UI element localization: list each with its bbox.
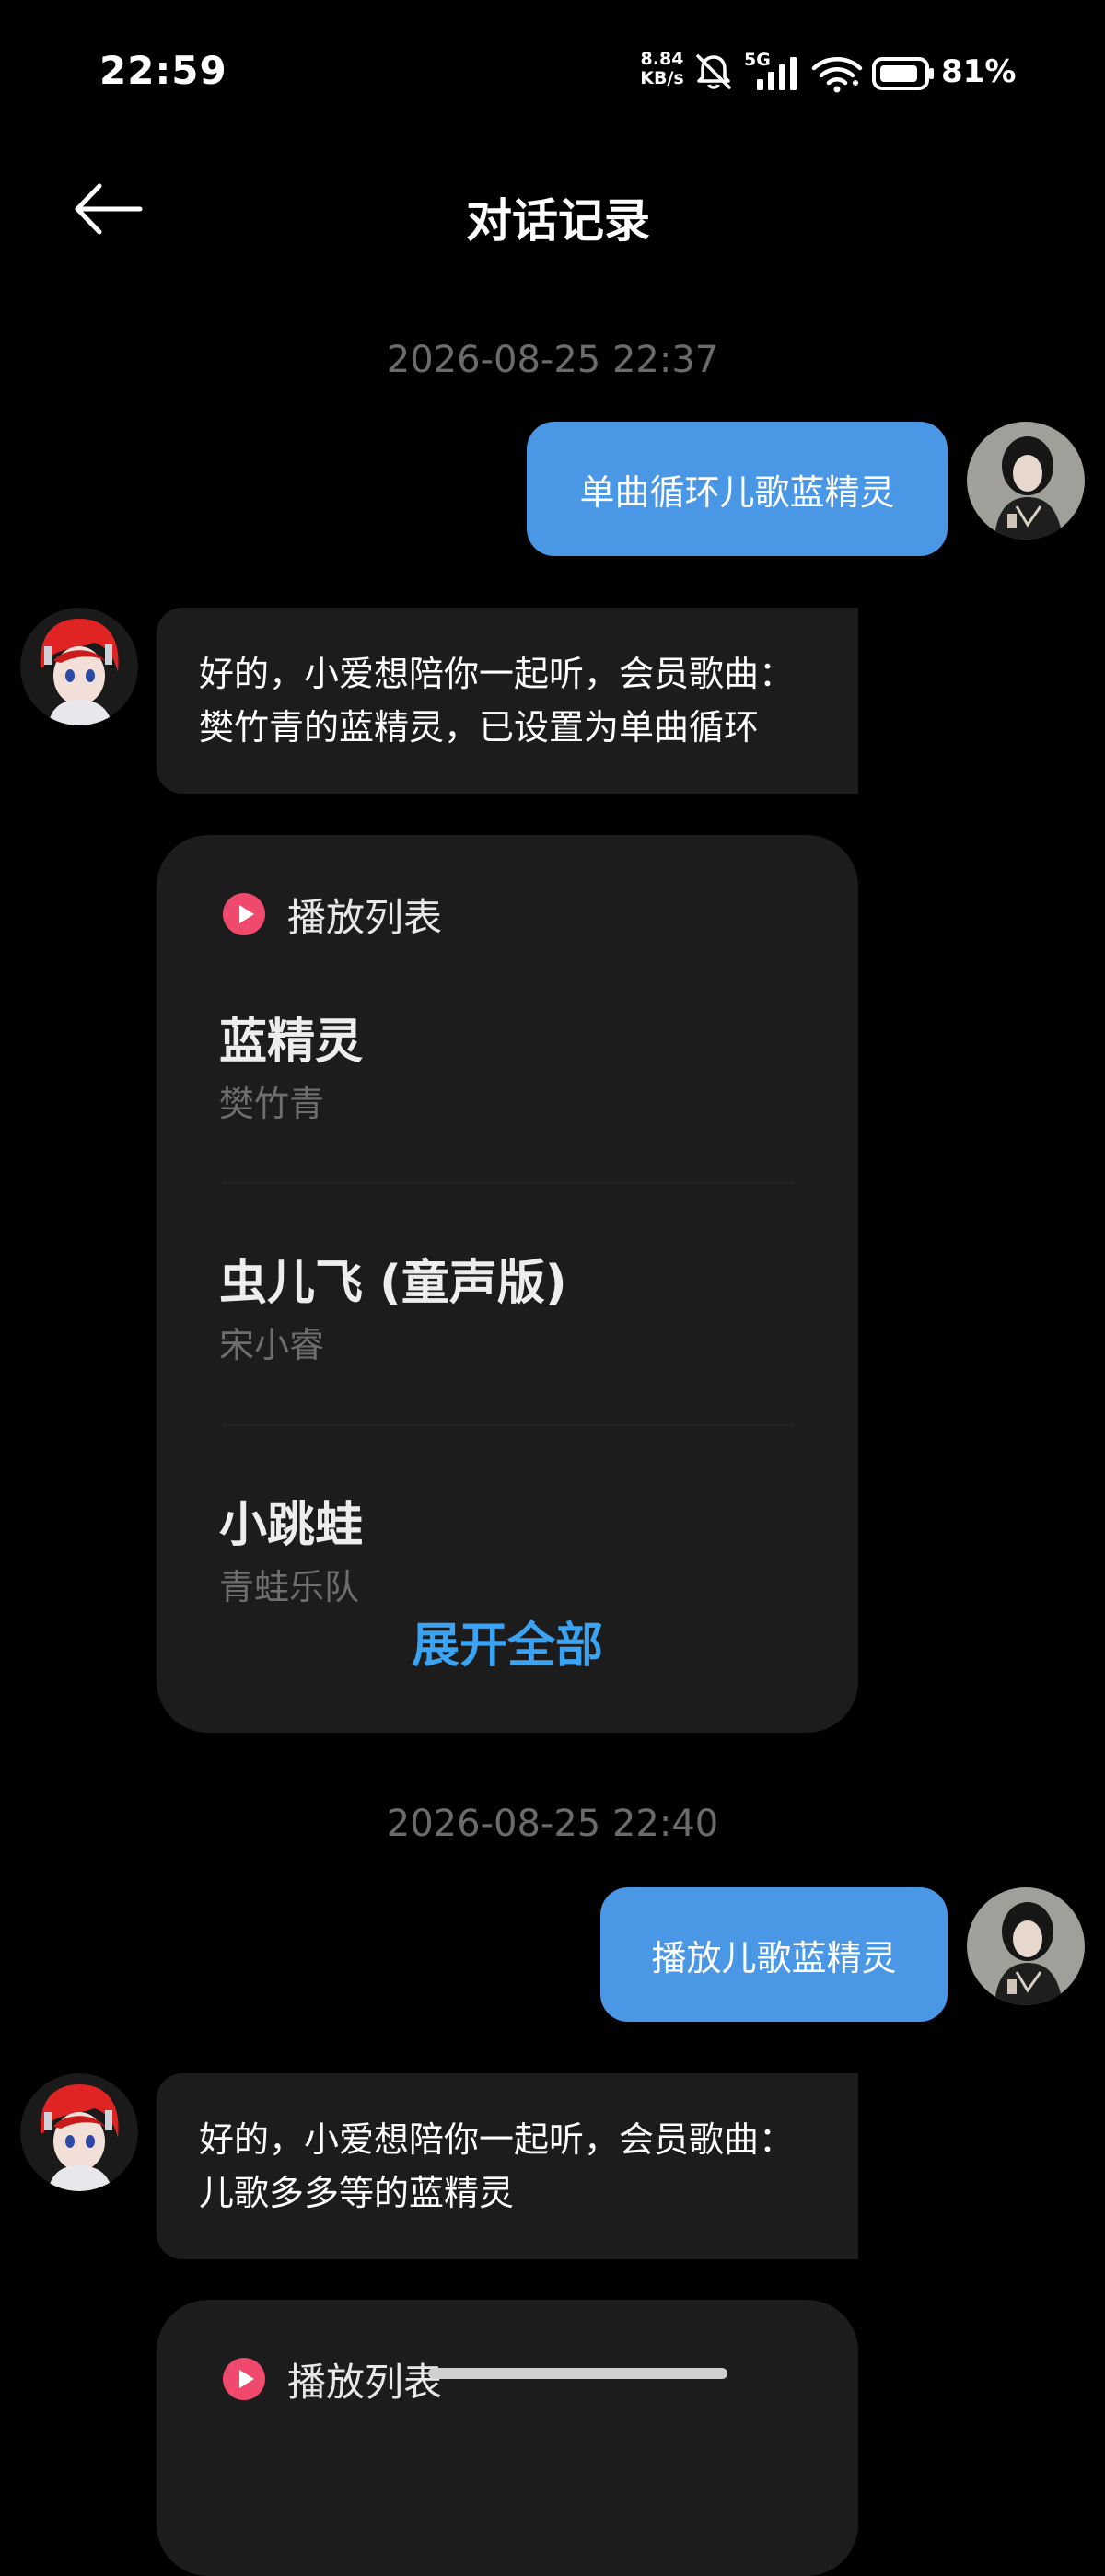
playlist-card: 播放列表 <box>157 2300 858 2576</box>
assistant-message-line: 樊竹青的蓝精灵，已设置为单曲循环 <box>199 707 760 748</box>
playlist-song-item[interactable]: 蓝精灵 樊竹青 <box>219 1003 796 1126</box>
song-artist: 樊竹青 <box>219 1084 325 1124</box>
song-title: 蓝精灵 <box>219 1015 364 1070</box>
playlist-song-item[interactable]: 虫儿飞 (童声版) 宋小睿 <box>219 1244 796 1367</box>
assistant-message-bubble[interactable]: 好的，小爱想陪你一起听，会员歌曲： 儿歌多多等的蓝精灵 <box>157 2073 858 2259</box>
battery-percentage: 81% <box>941 53 1017 90</box>
message-timestamp: 2026-08-25 22:40 <box>386 1803 719 1845</box>
assistant-avatar[interactable] <box>20 608 138 725</box>
home-indicator[interactable] <box>428 2368 727 2379</box>
signal-icon <box>757 57 797 90</box>
battery-icon <box>872 57 934 90</box>
header: 对话记录 <box>0 157 1105 267</box>
status-time: 22:59 <box>99 48 227 93</box>
assistant-message-line: 好的，小爱想陪你一起听，会员歌曲： <box>199 654 795 694</box>
network-speed-unit: KB/s <box>640 68 684 88</box>
playlist-song-item[interactable]: 小跳蛙 青蛙乐队 <box>219 1486 796 1609</box>
playlist-card: 播放列表 蓝精灵 樊竹青 虫儿飞 (童声版) 宋小睿 小跳蛙 青蛙乐队 展开全部 <box>157 835 858 1733</box>
message-timestamp: 2026-08-25 22:37 <box>386 339 719 381</box>
divider <box>223 1424 794 1426</box>
playlist-header: 播放列表 <box>223 888 442 940</box>
playlist-title: 播放列表 <box>287 894 443 940</box>
assistant-message-line: 儿歌多多等的蓝精灵 <box>199 2173 515 2213</box>
status-bar: 22:59 8.84 KB/s 5G 81% <box>0 0 1105 147</box>
song-artist: 宋小睿 <box>219 1325 325 1365</box>
assistant-message-bubble[interactable]: 好的，小爱想陪你一起听，会员歌曲： 樊竹青的蓝精灵，已设置为单曲循环 <box>157 608 858 794</box>
playlist-header: 播放列表 <box>223 2353 442 2405</box>
play-icon <box>223 893 265 935</box>
assistant-avatar[interactable] <box>20 2073 138 2191</box>
wifi-icon <box>811 57 863 93</box>
song-title: 小跳蛙 <box>219 1498 364 1553</box>
page-title: 对话记录 <box>466 194 650 248</box>
user-avatar[interactable] <box>967 422 1085 540</box>
network-speed-value: 8.84 <box>640 49 684 69</box>
network-speed: 8.84 KB/s <box>635 50 689 88</box>
user-message-bubble[interactable]: 单曲循环儿歌蓝精灵 <box>527 422 948 556</box>
user-message-bubble[interactable]: 播放儿歌蓝精灵 <box>600 1887 948 2022</box>
song-artist: 青蛙乐队 <box>219 1567 360 1607</box>
assistant-message-line: 好的，小爱想陪你一起听，会员歌曲： <box>199 2119 795 2160</box>
playlist-title: 播放列表 <box>287 2359 443 2405</box>
song-title: 虫儿飞 (童声版) <box>219 1256 567 1311</box>
expand-all-button[interactable]: 展开全部 <box>157 1607 858 1676</box>
play-icon <box>223 2358 265 2400</box>
user-avatar[interactable] <box>967 1887 1085 2005</box>
divider <box>223 1182 794 1184</box>
mute-bell-icon <box>696 54 731 89</box>
